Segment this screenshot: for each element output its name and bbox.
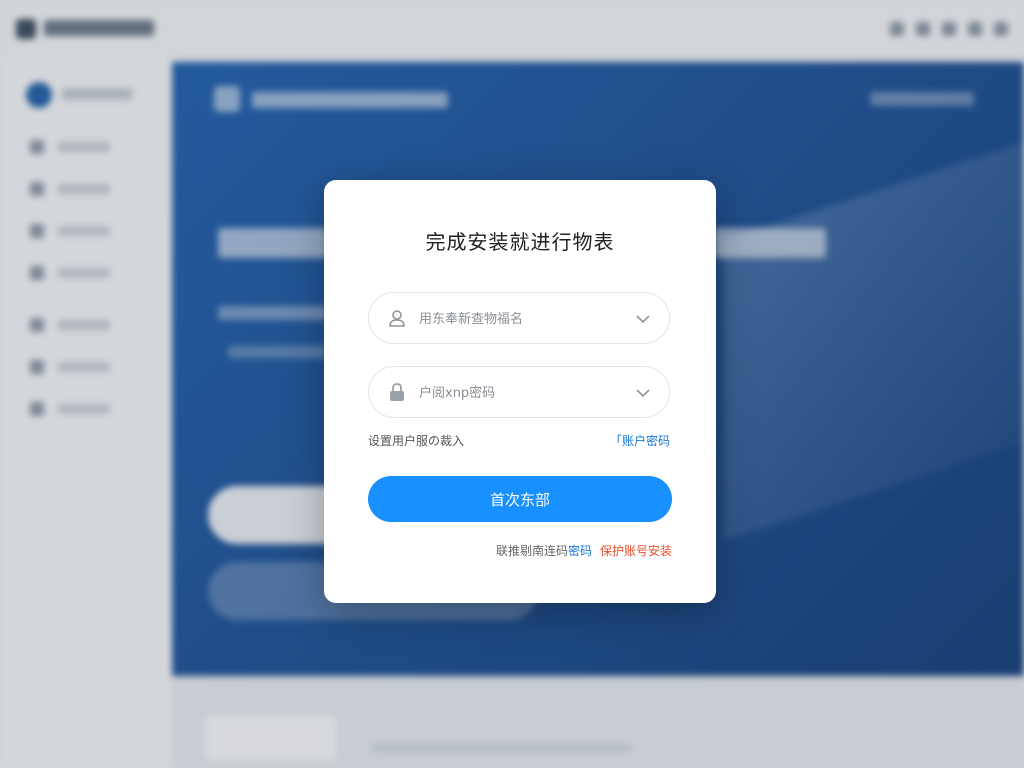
lock-icon [390,383,404,401]
password-input[interactable] [417,367,621,419]
dialog-title: 完成安装就进行物表 [425,230,615,254]
login-button[interactable]: 首次东部 [368,476,672,522]
login-dialog: 完成安装就进行物表 设置用户服の裁入 「账户密码 首次东部 联推剔南连码密码保护… [324,180,716,603]
footer-prefix-text: 联推剔南连码 [495,544,568,558]
dialog-footer: 联推剔南连码密码 保护账号安装 [324,542,716,560]
footer-password-link[interactable]: 密码 [568,544,592,558]
login-options: 设置用户服の裁入 「账户密码 [368,432,670,450]
footer-security-link[interactable]: 保护账号安装 [600,544,672,558]
chevron-down-icon[interactable] [635,385,651,401]
password-field[interactable] [368,366,670,419]
username-input[interactable] [417,293,621,345]
chevron-down-icon[interactable] [635,311,651,327]
username-field[interactable] [368,292,670,345]
user-icon [389,310,405,327]
remember-login-option[interactable]: 设置用户服の裁入 [368,432,464,449]
forgot-password-link[interactable]: 「账户密码 [610,432,670,449]
